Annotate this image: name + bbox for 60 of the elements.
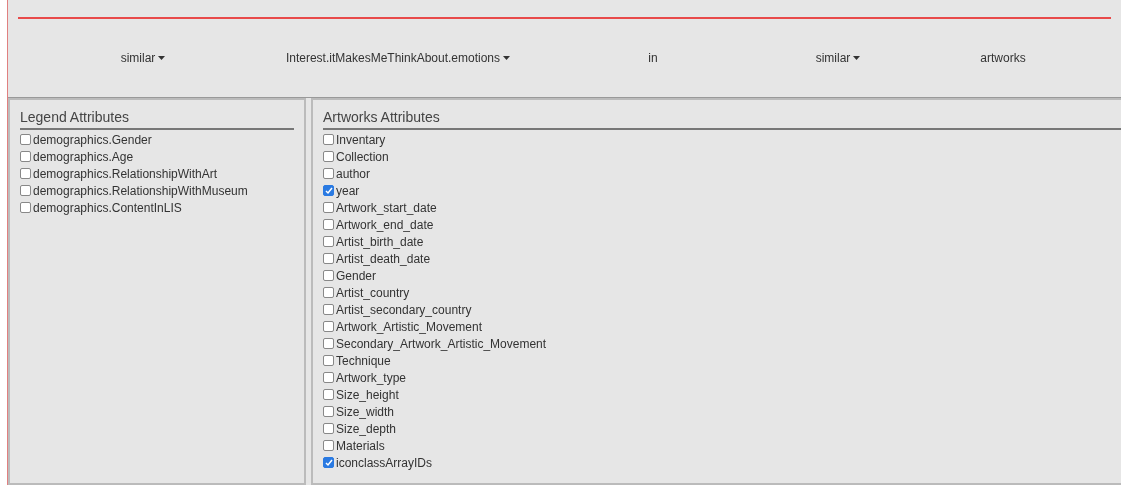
checkbox[interactable] [323, 338, 334, 349]
checkbox[interactable] [323, 151, 334, 162]
attribute-label: Artwork_type [336, 369, 407, 387]
caret-icon [158, 56, 166, 60]
checkbox[interactable] [323, 236, 334, 247]
attribute-label: Artist_secondary_country [336, 301, 472, 319]
checkbox[interactable] [323, 457, 334, 468]
checkbox[interactable] [323, 304, 334, 315]
attribute-label: Secondary_Artwork_Artistic_Movement [336, 335, 547, 353]
attribute-label: demographics.RelationshipWithArt [33, 165, 218, 183]
attribute-label: Artwork_start_date [336, 199, 437, 217]
attribute-label: Artwork_Artistic_Movement [336, 318, 483, 336]
attribute-label: year [336, 182, 360, 200]
checkbox[interactable] [323, 168, 334, 179]
checkbox[interactable] [323, 406, 334, 417]
caret-icon [503, 56, 511, 60]
attribute-label: author [336, 165, 371, 183]
attribute-label: Size_height [336, 386, 399, 404]
attribute-label: demographics.ContentInLIS [33, 199, 182, 217]
checkbox[interactable] [323, 202, 334, 213]
panel-title: Legend Attributes [20, 108, 130, 126]
checkbox[interactable] [323, 219, 334, 230]
attribute-label: Size_width [336, 403, 395, 421]
checkbox[interactable] [323, 423, 334, 434]
attribute-label: Artist_death_date [336, 250, 431, 268]
checkbox[interactable] [20, 185, 31, 196]
checkbox[interactable] [323, 321, 334, 332]
checkbox[interactable] [323, 287, 334, 298]
attribute-label: Materials [336, 437, 385, 455]
checkbox[interactable] [20, 151, 31, 162]
checkbox[interactable] [323, 270, 334, 281]
attribute-label: iconclassArrayIDs [336, 454, 433, 472]
attribute-label: demographics.RelationshipWithMuseum [33, 182, 248, 200]
checkbox[interactable] [323, 185, 334, 196]
panel-title: Artworks Attributes [323, 108, 441, 126]
attribute-label: Technique [336, 352, 391, 370]
attribute-label: Artwork_end_date [336, 216, 434, 234]
attribute-label: Collection [336, 148, 389, 166]
attribute-label: demographics.Gender [33, 131, 152, 149]
checkbox[interactable] [20, 168, 31, 179]
query-text: in [648, 50, 658, 67]
checkbox[interactable] [323, 440, 334, 451]
checkbox[interactable] [20, 202, 31, 213]
checkbox[interactable] [323, 389, 334, 400]
attribute-label: Gender [336, 267, 377, 285]
attribute-label: Size_depth [336, 420, 397, 438]
attribute-label: demographics.Age [33, 148, 134, 166]
attribute-label: Artist_birth_date [336, 233, 424, 251]
query-dropdown[interactable]: similar [120, 49, 166, 67]
checkbox[interactable] [20, 134, 31, 145]
checkbox[interactable] [323, 134, 334, 145]
attribute-label: Inventary [336, 131, 386, 149]
query-text: artworks [980, 50, 1026, 67]
attribute-label: Artist_country [336, 284, 410, 302]
caret-icon [853, 56, 861, 60]
query-dropdown[interactable]: Interest.itMakesMeThinkAbout.emotions [285, 49, 511, 67]
checkbox[interactable] [323, 355, 334, 366]
query-dropdown[interactable]: similar [815, 49, 861, 67]
checkbox[interactable] [323, 372, 334, 383]
checkbox[interactable] [323, 253, 334, 264]
